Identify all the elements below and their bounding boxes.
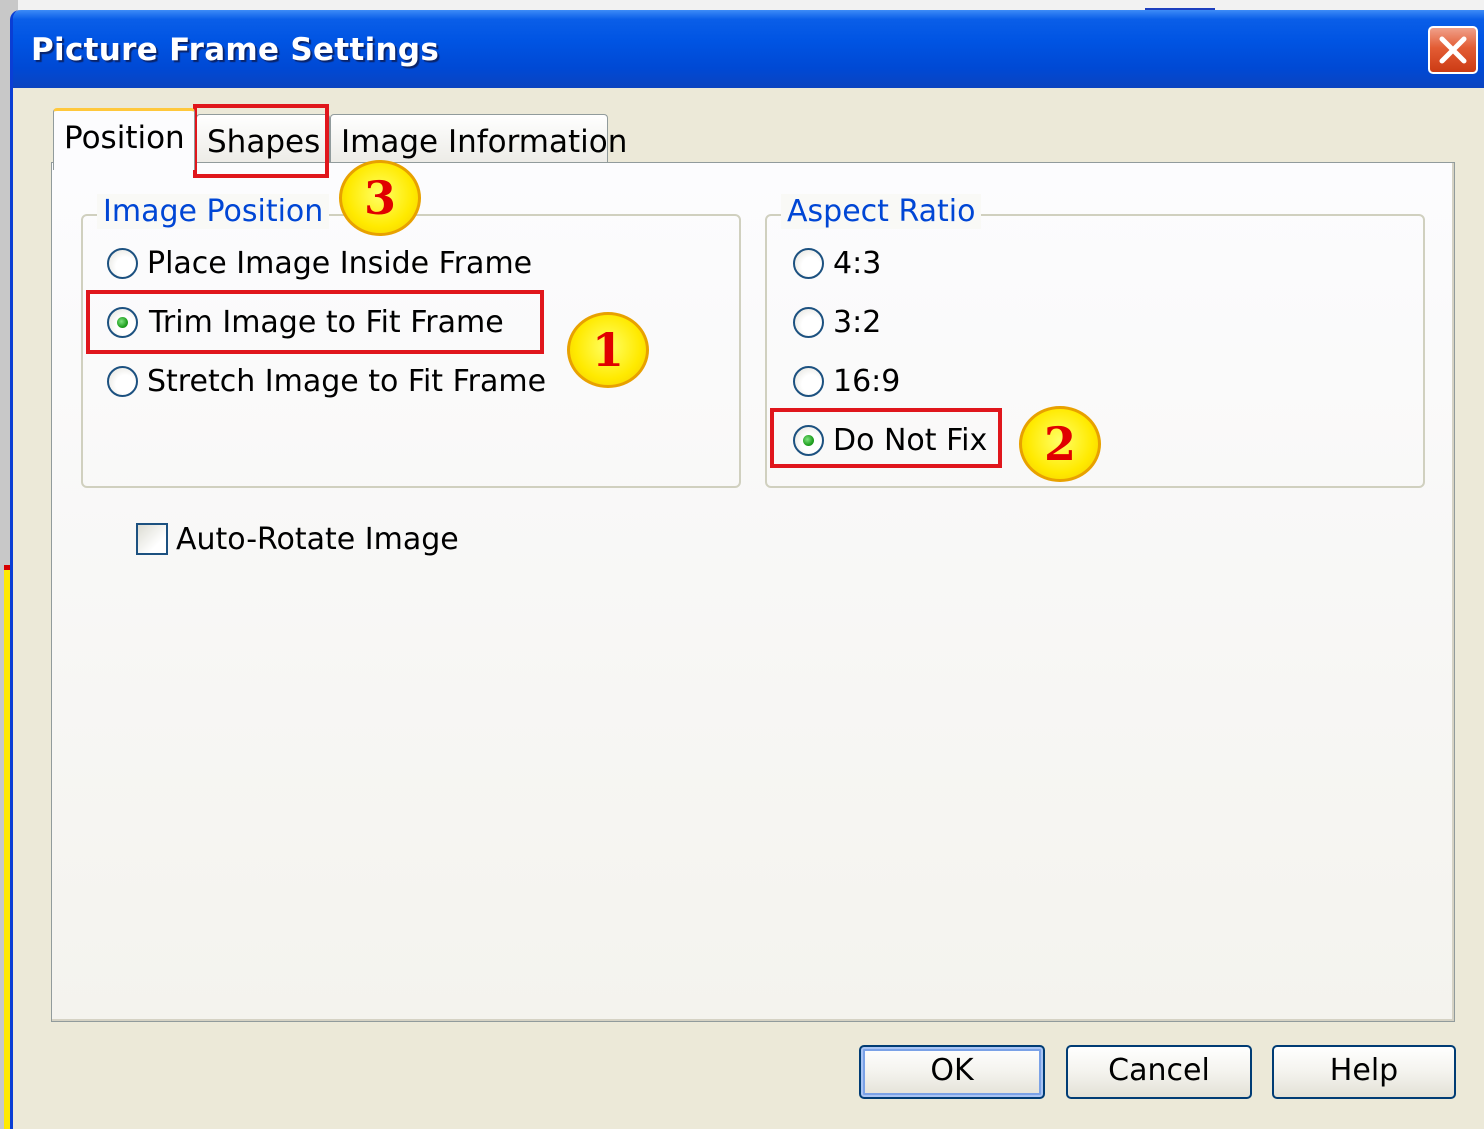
tab-image-information[interactable]: Image Information	[330, 114, 627, 164]
image-position-group-label: Image Position	[97, 194, 330, 229]
dialog-title: Picture Frame Settings	[31, 32, 440, 68]
radio-button[interactable]	[793, 248, 824, 279]
title-bar[interactable]: Picture Frame Settings	[13, 10, 1484, 88]
cancel-button[interactable]: Cancel	[1066, 1045, 1252, 1099]
ok-button[interactable]: OK	[859, 1045, 1045, 1099]
annotation-badge-2: 2	[1019, 406, 1101, 482]
annotation-badge-1: 1	[567, 312, 649, 388]
annotation-box-shapes-tab	[193, 104, 329, 178]
close-icon	[1439, 36, 1467, 64]
radio-button[interactable]	[793, 307, 824, 338]
annotation-box-trim-option	[86, 290, 544, 354]
picture-frame-settings-dialog: Picture Frame Settings Shapes Image Info…	[10, 10, 1484, 1129]
radio-label: 3:2	[833, 305, 882, 340]
radio-label: Stretch Image to Fit Frame	[147, 364, 547, 399]
radio-label: 4:3	[833, 246, 882, 281]
help-button[interactable]: Help	[1272, 1045, 1456, 1099]
checkbox[interactable]	[136, 523, 168, 555]
close-button[interactable]	[1428, 26, 1478, 74]
checkbox-label: Auto-Rotate Image	[176, 522, 459, 557]
radio-label: 16:9	[833, 364, 901, 399]
radio-button[interactable]	[793, 366, 824, 397]
radio-label: Place Image Inside Frame	[147, 246, 533, 281]
annotation-box-do-not-fix	[770, 408, 1002, 468]
annotation-badge-3: 3	[339, 160, 421, 236]
tab-position[interactable]: Position	[53, 108, 195, 170]
radio-button[interactable]	[107, 366, 138, 397]
aspect-ratio-group-label: Aspect Ratio	[781, 194, 982, 229]
radio-button[interactable]	[107, 248, 138, 279]
